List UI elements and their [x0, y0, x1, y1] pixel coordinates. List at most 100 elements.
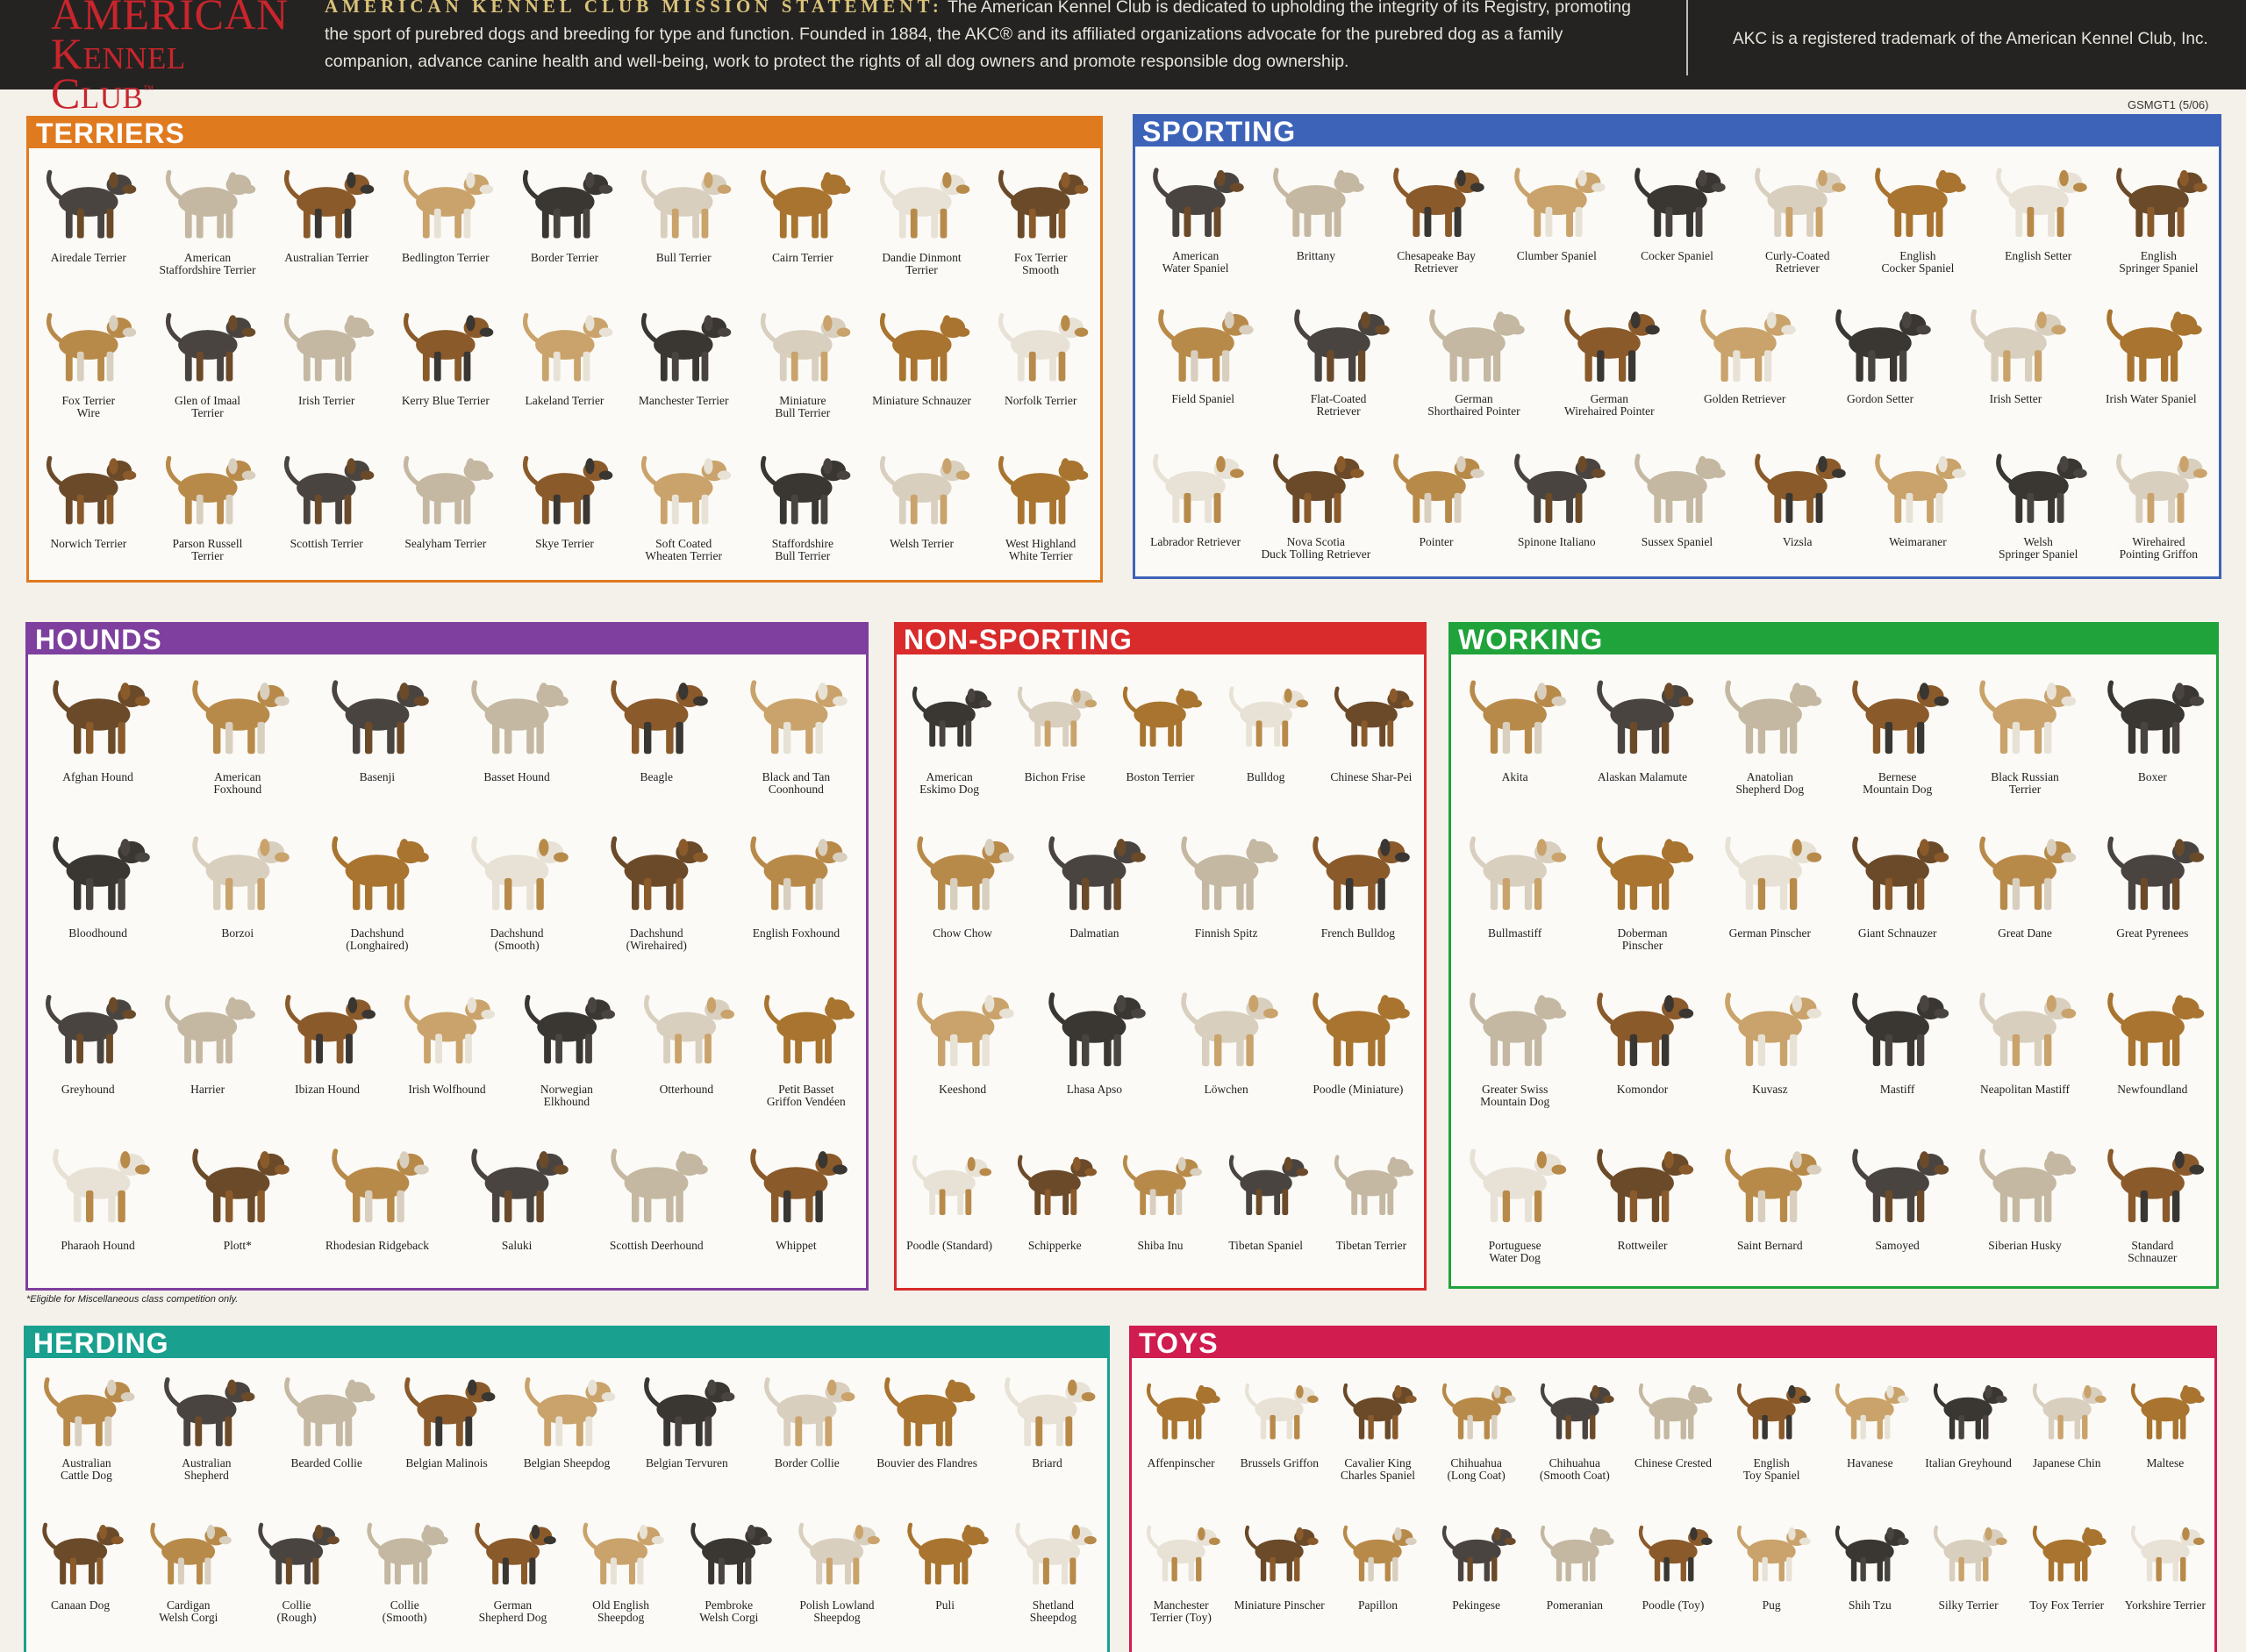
breed-name: German Wirehaired Pointer: [1564, 392, 1655, 418]
dog-silhouette-icon: [258, 1522, 340, 1584]
breed-item: Cairn Terrier: [737, 154, 869, 264]
breed-item: Black Russian Terrier: [1959, 660, 2091, 796]
dog-silhouette-icon: [284, 455, 375, 525]
breed-name: Poodle (Miniature): [1313, 1083, 1404, 1096]
dog-silhouette-icon: [192, 836, 290, 911]
breed-name: Mastiff: [1879, 1083, 1915, 1096]
dog-silhouette-icon: [641, 455, 732, 525]
breed-name: West Highland White Terrier: [1005, 537, 1077, 562]
header-divider: [1686, 0, 1688, 75]
dog-silhouette-icon: [750, 836, 848, 911]
dog-silhouette-icon: [192, 1148, 290, 1223]
breed-name: Soft Coated Wheaten Terrier: [645, 537, 722, 562]
group-title: NON-SPORTING: [897, 625, 1424, 654]
breed-item: Petit Basset Griffon Vendéen: [740, 972, 872, 1108]
dog-silhouette-icon: [522, 169, 612, 239]
breed-name: Plott*: [223, 1239, 252, 1252]
breed-name: Australian Cattle Dog: [61, 1456, 112, 1482]
dog-silhouette-icon: [1429, 309, 1525, 382]
dog-silhouette-icon: [165, 994, 256, 1064]
breed-name: Scottish Deerhound: [609, 1239, 704, 1252]
breed-name: Kuvasz: [1752, 1083, 1788, 1096]
plott-footnote: *Eligible for Miscellaneous class compet…: [26, 1294, 239, 1305]
group-working: WORKING Akita Alaskan Malamute Anatolian Sh…: [1448, 622, 2219, 1289]
dog-silhouette-icon: [763, 994, 855, 1064]
breed-item: Scottish Deerhound: [590, 1128, 722, 1252]
breed-item: Komondor: [1577, 972, 1708, 1096]
breed-item: Brittany: [1250, 152, 1382, 262]
header: American Kennel Club™ American Kennel Cl…: [0, 0, 2246, 115]
breed-name: Saluki: [501, 1239, 533, 1252]
breed-item: Australian Terrier: [261, 154, 392, 264]
breed-name: Whippet: [776, 1239, 817, 1252]
dog-silhouette-icon: [165, 312, 255, 382]
breed-item: Whippet: [730, 1128, 862, 1252]
breed-name: Dachshund (Wirehaired): [626, 926, 687, 952]
breed-item: American Foxhound: [172, 660, 304, 796]
dog-silhouette-icon: [998, 312, 1089, 382]
breed-name: Miniature Bull Terrier: [775, 394, 831, 419]
breed-name: Bullmastiff: [1488, 926, 1542, 940]
dog-silhouette-icon: [2107, 309, 2202, 382]
dog-silhouette-icon: [1228, 686, 1308, 747]
dog-silhouette-icon: [283, 1377, 376, 1447]
breed-name: Black Russian Terrier: [1991, 770, 2059, 796]
breed-name: Greater Swiss Mountain Dog: [1480, 1083, 1550, 1108]
breed-item: Akita: [1449, 660, 1581, 783]
breed-name: Irish Terrier: [297, 394, 355, 407]
breed-name: Scottish Terrier: [290, 537, 363, 550]
breed-item: French Bulldog: [1292, 816, 1424, 940]
breed-name: Anatolian Shepherd Dog: [1735, 770, 1805, 796]
breed-item: Neapolitan Mastiff: [1959, 972, 2091, 1096]
breed-name: Staffordshire Bull Terrier: [771, 537, 833, 562]
dog-silhouette-icon: [1995, 168, 2087, 237]
dog-silhouette-icon: [1852, 836, 1949, 911]
dog-silhouette-icon: [1048, 836, 1147, 911]
dog-silhouette-icon: [1123, 1155, 1203, 1216]
dog-silhouette-icon: [1979, 836, 2077, 911]
breed-name: Otterhound: [659, 1083, 714, 1096]
breed-name: Newfoundland: [2117, 1083, 2188, 1096]
dog-silhouette-icon: [1597, 1148, 1694, 1223]
breed-item: Standard Schnauzer: [2086, 1128, 2218, 1264]
dog-silhouette-icon: [1153, 454, 1244, 523]
dog-silhouette-icon: [690, 1522, 773, 1584]
dog-silhouette-icon: [1597, 992, 1694, 1067]
breed-name: Greyhound: [61, 1083, 115, 1096]
breed-item: Chow Chow: [897, 816, 1028, 940]
document-code: GSMGT1 (5/06): [2128, 98, 2209, 111]
breed-item: Irish Wolfhound: [382, 972, 513, 1096]
dog-silhouette-icon: [52, 1148, 150, 1223]
breed-name: Lhasa Apso: [1066, 1083, 1123, 1096]
breed-name: Bedlington Terrier: [402, 251, 490, 264]
breed-item: Maltese: [2099, 1363, 2231, 1470]
dog-silhouette-icon: [884, 1377, 976, 1447]
breed-item: Australian Cattle Dog: [20, 1363, 152, 1482]
breed-item: Parson Russell Terrier: [142, 440, 274, 562]
group-title: TOYS: [1132, 1328, 2214, 1358]
breed-name: Norfolk Terrier: [1004, 394, 1077, 407]
breed-name: Chesapeake Bay Retriever: [1397, 249, 1476, 275]
breed-name: Shetland Sheepdog: [1029, 1598, 1077, 1624]
dog-silhouette-icon: [1334, 1155, 1413, 1216]
breed-item: Kuvasz: [1704, 972, 1835, 1096]
dog-silhouette-icon: [44, 1377, 135, 1447]
logo-trademark: ™: [143, 82, 154, 96]
breed-name: Boxer: [2137, 770, 2167, 783]
akc-logo: American Kennel Club™: [51, 0, 297, 115]
dog-silhouette-icon: [1513, 454, 1606, 523]
breed-item: Bearded Collie: [261, 1363, 392, 1470]
breed-name: Wirehaired Pointing Griffon: [2119, 535, 2199, 561]
breed-item: Soft Coated Wheaten Terrier: [618, 440, 749, 562]
breed-name: Irish Wolfhound: [408, 1083, 486, 1096]
breed-item: Mastiff: [1832, 972, 1963, 1096]
breed-name: Norwegian Elkhound: [540, 1083, 593, 1108]
breed-item: Ibizan Hound: [261, 972, 393, 1096]
breed-item: Sealyham Terrier: [380, 440, 511, 550]
breed-item: Scottish Terrier: [261, 440, 392, 550]
breed-name: Clumber Spaniel: [1516, 249, 1597, 262]
breed-name: Curly-Coated Retriever: [1764, 249, 1830, 275]
mission-heading: American Kennel Club Mission Statement:: [325, 0, 943, 17]
breed-name: Siberian Husky: [1988, 1239, 2062, 1252]
dog-silhouette-icon: [611, 836, 709, 911]
